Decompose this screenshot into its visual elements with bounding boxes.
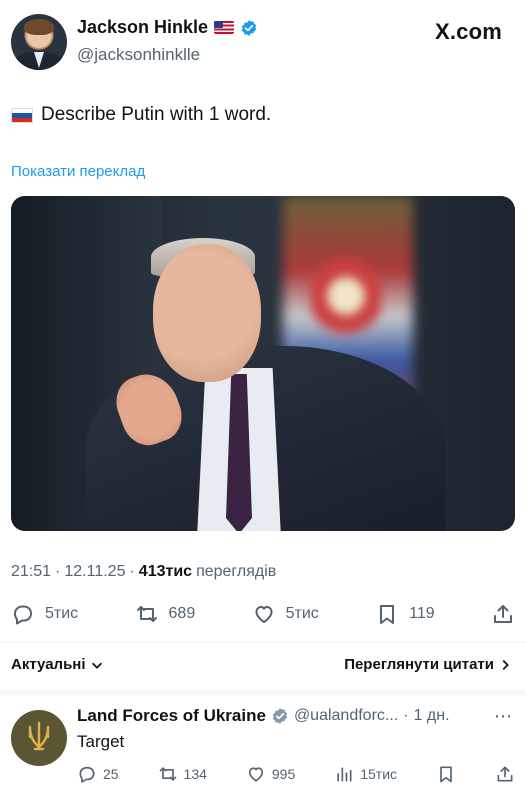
view-quotes-label: Переглянути цитати <box>344 656 494 673</box>
russia-flag-icon <box>11 107 33 123</box>
reply-like-button[interactable]: 995 <box>246 764 295 784</box>
reply-repost-count: 134 <box>183 766 207 782</box>
section-divider <box>0 690 526 696</box>
reply-views-button[interactable]: 15тис <box>334 764 397 784</box>
chevron-right-icon <box>502 659 509 670</box>
share-icon <box>494 605 512 623</box>
tweet-date[interactable]: 12.11.25 <box>64 563 125 581</box>
views-label: переглядів <box>196 563 277 580</box>
bookmark-count: 119 <box>409 605 435 622</box>
reply-author-avatar[interactable] <box>11 710 67 766</box>
author-name[interactable]: Jackson Hinkle <box>77 17 208 38</box>
divider <box>0 642 526 643</box>
reply-icon <box>14 605 32 625</box>
bookmark-icon <box>440 766 452 783</box>
views-count: 413тис <box>138 563 193 580</box>
site-logo-text: X.com <box>434 19 502 44</box>
bookmark-button[interactable]: 119 <box>375 602 435 626</box>
share-button[interactable] <box>491 602 515 626</box>
reply-reply-button[interactable]: 25 <box>77 764 119 784</box>
reply-actions: 25 134 995 15тис <box>77 764 515 784</box>
bookmark-icon <box>380 605 395 624</box>
repost-icon <box>159 767 176 781</box>
sort-label: Актуальні <box>11 656 86 673</box>
tweet-text: Describe Putin with 1 word. <box>11 104 271 126</box>
reply-count: 5тис <box>45 605 79 622</box>
author-name-row: Jackson Hinkle <box>77 17 258 38</box>
tweet-body: Describe Putin with 1 word. <box>41 104 272 125</box>
reply-button[interactable]: 5тис <box>11 602 78 626</box>
meta-separator: · <box>129 563 135 580</box>
repost-icon <box>136 606 157 622</box>
verified-badge-icon <box>272 708 288 724</box>
chevron-down-icon <box>91 662 102 669</box>
reply-header: Land Forces of Ukraine @ualandforc... · … <box>77 706 450 726</box>
like-count: 5тис <box>285 605 319 622</box>
reply-time[interactable]: 1 дн. <box>414 707 450 725</box>
reply-bookmark-button[interactable] <box>436 764 456 784</box>
reply-repost-button[interactable]: 134 <box>158 764 207 784</box>
repost-button[interactable]: 689 <box>135 602 196 626</box>
more-options-icon[interactable]: ⋯ <box>494 706 512 727</box>
author-avatar[interactable] <box>11 14 67 70</box>
reply-icon <box>79 766 95 783</box>
reply-share-button[interactable] <box>495 764 515 784</box>
meta-separator: · <box>55 563 61 580</box>
reply-text: Target <box>77 732 125 751</box>
analytics-icon <box>337 767 352 782</box>
sort-dropdown[interactable]: Актуальні <box>11 656 104 673</box>
verified-badge-icon <box>241 19 257 36</box>
reply-separator: · <box>403 707 409 724</box>
trident-emblem-icon <box>28 721 50 751</box>
tweet-photo[interactable] <box>11 196 515 531</box>
heart-icon <box>248 767 263 782</box>
us-flag-icon <box>214 21 235 34</box>
translate-link[interactable]: Показати переклад <box>11 163 145 180</box>
tweet-actions: 5тис 689 5тис 119 <box>11 601 515 627</box>
author-handle[interactable]: @jacksonhinklle <box>77 45 200 65</box>
tweet-time[interactable]: 21:51 <box>11 563 51 581</box>
like-button[interactable]: 5тис <box>252 602 319 626</box>
reply-like-count: 995 <box>271 766 296 782</box>
reply-author-name[interactable]: Land Forces of Ukraine <box>77 706 266 726</box>
repost-count: 689 <box>168 605 196 622</box>
view-quotes-link[interactable]: Переглянути цитати <box>344 656 512 673</box>
heart-icon <box>255 606 273 623</box>
reply-view-count: 15тис <box>360 766 398 782</box>
reply-author-handle[interactable]: @ualandforc... <box>294 707 398 725</box>
reply-reply-count: 25 <box>103 766 119 782</box>
share-icon <box>497 766 513 782</box>
tweet-meta: 21:51 · 12.11.25 · 413тис переглядів <box>11 563 276 581</box>
